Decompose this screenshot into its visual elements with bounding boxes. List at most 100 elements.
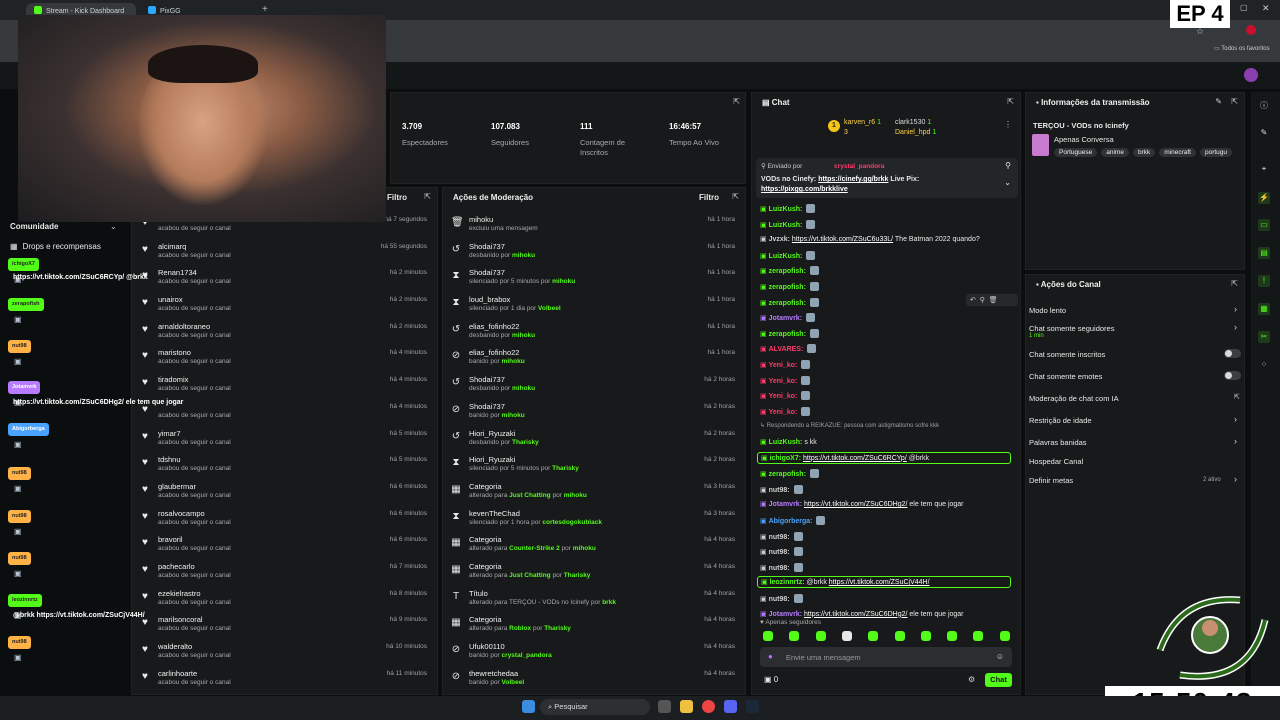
moderation-actor[interactable]: mihoku (502, 412, 525, 419)
follower-name[interactable]: maristono (158, 348, 191, 357)
chat-username[interactable]: leozinnrtz: (770, 579, 805, 586)
rail-tools-icon[interactable]: ✂ (1258, 331, 1270, 343)
moderation-actor[interactable]: Counter-Strike 2 (509, 545, 560, 552)
moderation-target[interactable]: Shodai737 (469, 242, 505, 251)
moderation-target[interactable]: thewretchedaa (469, 669, 518, 678)
moderation-actor[interactable]: Roblox (509, 625, 531, 632)
rail-apps-icon[interactable]: ⁘ (1258, 359, 1270, 371)
moderation-target[interactable]: Hiori_Ryuzaki (469, 455, 515, 464)
chat-username[interactable]: LuizKush: (769, 222, 803, 229)
moderation-actor[interactable]: mihoku (512, 332, 535, 339)
moderation-target[interactable]: Título (469, 589, 488, 598)
moderation-target[interactable]: Ufuk00110 (469, 642, 505, 651)
emote-shortcut-icon[interactable] (947, 631, 958, 641)
emoji-icon[interactable]: ☺ (996, 652, 1004, 661)
chat-link[interactable]: https://vt.tiktok.com/ZSuC6u33L/ (792, 236, 893, 243)
unpin-icon[interactable]: ⚲ (1005, 161, 1011, 170)
channel-action-4[interactable]: Moderação de chat com IA (1029, 394, 1119, 403)
follower-name[interactable]: pachecarlo (158, 562, 195, 571)
stream-tag[interactable]: Portuguese (1054, 148, 1098, 157)
chat-username[interactable]: ichigoX7: (770, 455, 802, 462)
moderation-actor[interactable]: mihoku (552, 278, 575, 285)
file-explorer-icon[interactable] (680, 700, 693, 713)
stream-tag[interactable]: minecraft (1159, 148, 1196, 157)
emote-shortcut-icon[interactable] (763, 631, 773, 641)
moderation-actor[interactable]: brkk (602, 599, 616, 606)
chevron-down-icon[interactable]: ⌄ (1004, 178, 1011, 187)
follower-name[interactable]: arnaldoltoraneo (158, 322, 210, 331)
emote-shortcut-icon[interactable] (999, 631, 1010, 641)
follower-name[interactable]: bravoril (158, 535, 183, 544)
chevron-right-icon[interactable]: › (1234, 304, 1237, 314)
emote-shortcut-icon[interactable] (841, 631, 852, 641)
channel-action-2[interactable]: Chat somente inscritos (1029, 350, 1105, 359)
chat-username[interactable]: zerapofish: (769, 284, 806, 291)
bookmarks-folder[interactable]: ▭ Todos os favoritos (1214, 45, 1270, 52)
chat-username[interactable]: nut98: (769, 534, 790, 541)
moderation-actor[interactable]: cortesdogokublack (542, 519, 602, 526)
rail-scan-icon[interactable]: ⌖ (1258, 163, 1270, 175)
channel-action-6[interactable]: Palavras banidas (1029, 438, 1087, 447)
rail-chat-icon[interactable]: ▤ (1258, 247, 1270, 259)
follower-name[interactable]: tdshnu (158, 455, 181, 464)
emote-shortcut-icon[interactable] (894, 631, 905, 641)
task-view-icon[interactable] (658, 700, 671, 713)
channel-action-0[interactable]: Modo lento (1029, 306, 1066, 315)
channel-action-8[interactable]: Definir metas (1029, 476, 1073, 485)
moderation-actor[interactable]: Tharisky (544, 625, 571, 632)
profile-avatar[interactable] (1246, 25, 1256, 35)
followers-filter-button[interactable]: Filtro (387, 193, 407, 202)
popout-icon[interactable]: ⇱ (732, 192, 739, 201)
moderation-target[interactable]: elias_fofinho22 (469, 348, 519, 357)
chevron-right-icon[interactable]: › (1234, 436, 1237, 446)
close-icon[interactable]: ✕ (1262, 3, 1270, 14)
chrome-icon[interactable] (702, 700, 715, 713)
chat-username[interactable]: nut98: (769, 596, 790, 603)
rail-info-icon[interactable]: ⓘ (1258, 100, 1270, 112)
chat-input[interactable]: ● Envie uma mensagem ☺ (760, 647, 1012, 667)
moderation-target[interactable]: loud_brabox (469, 295, 510, 304)
chat-link[interactable]: https://vt.tiktok.com/ZSuC6DHg2/ (804, 611, 907, 618)
moderation-target[interactable]: elias_fofinho22 (469, 322, 519, 331)
moderation-actor[interactable]: Tharisky (564, 572, 591, 579)
chat-username[interactable]: nut98: (769, 565, 790, 572)
rail-doc-icon[interactable]: ▭ (1258, 219, 1270, 231)
channel-action-5[interactable]: Restrição de idade (1029, 416, 1092, 425)
steam-icon[interactable] (746, 700, 759, 713)
chat-username[interactable]: Jotamvrk: (769, 315, 802, 322)
chat-username[interactable]: Abigorberga: (769, 518, 813, 525)
channel-action-7[interactable]: Hospedar Canal (1029, 457, 1083, 466)
follower-name[interactable]: unairox (158, 295, 183, 304)
chevron-right-icon[interactable]: › (1234, 414, 1237, 424)
popout-icon[interactable]: ⇱ (1231, 97, 1238, 106)
chat-username[interactable]: ALVARES: (769, 346, 804, 353)
emote-shortcut-icon[interactable] (815, 631, 826, 641)
stream-tag[interactable]: portugu (1199, 148, 1233, 157)
chat-link[interactable]: https://vt.tiktok.com/ZSuC6RCYp/ (803, 455, 907, 462)
chat-username[interactable]: Yeni_ko: (769, 393, 798, 400)
moderation-target[interactable]: Categoria (469, 562, 502, 571)
moderation-actor[interactable]: Volbeel (538, 305, 561, 312)
chat-link[interactable]: https://vt.tiktok.com/ZSuC6DHg2/ (804, 501, 907, 508)
chat-username[interactable]: nut98: (769, 487, 790, 494)
rail-alert-icon[interactable]: ! (1258, 275, 1270, 287)
follower-name[interactable]: rosalvocampo (158, 509, 205, 518)
chat-username[interactable]: Jvzxk: (769, 236, 790, 243)
toggle-switch[interactable] (1224, 349, 1241, 358)
rail-bolt-icon[interactable]: ⚡ (1258, 192, 1270, 204)
moderation-filter-button[interactable]: Filtro (699, 193, 719, 202)
chat-username[interactable]: LuizKush: (769, 206, 803, 213)
toggle-switch[interactable] (1224, 371, 1241, 380)
moderation-actor[interactable]: crystal_pandora (502, 652, 552, 659)
moderation-target[interactable]: Shodai737 (469, 402, 505, 411)
emote-shortcut-icon[interactable] (920, 631, 931, 641)
moderation-actor[interactable]: mihoku (573, 545, 596, 552)
taskbar-search[interactable]: ⌕ Pesquisar (540, 699, 650, 715)
moderation-actor[interactable]: mihoku (564, 492, 587, 499)
chat-username[interactable]: nut98: (769, 549, 790, 556)
chevron-down-icon[interactable]: ⌄ (110, 222, 117, 231)
external-link-icon[interactable]: ⇱ (1234, 393, 1240, 401)
windows-start-icon[interactable] (522, 700, 535, 713)
follower-name[interactable]: ezekielrastro (158, 589, 201, 598)
chat-link[interactable]: https://vt.tiktok.com/ZSuCjV44H/ (829, 579, 930, 586)
